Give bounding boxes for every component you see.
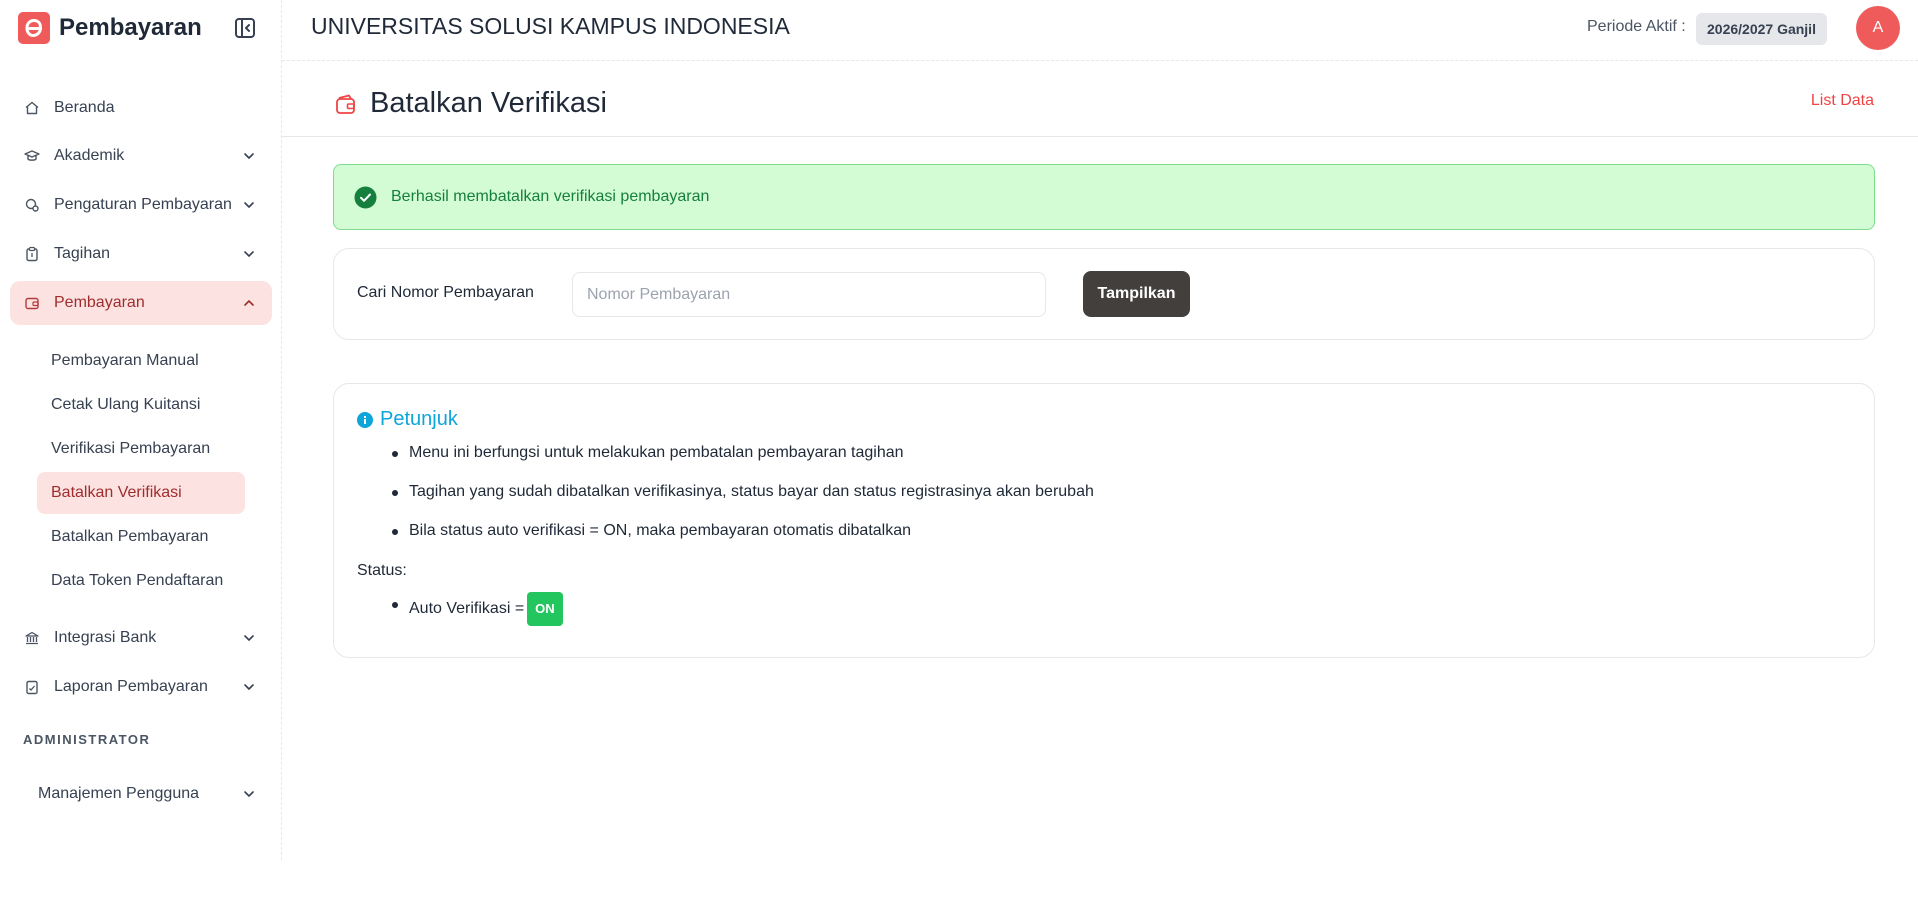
list-item: Tagihan yang sudah dibatalkan verifikasi… — [386, 481, 1094, 520]
sidebar-item-label: Integrasi Bank — [54, 629, 157, 646]
brand[interactable]: Pembayaran — [18, 12, 202, 44]
top-header: UNIVERSITAS SOLUSI KAMPUS INDONESIA Peri… — [282, 0, 1918, 61]
status-badge: ON — [527, 592, 563, 626]
success-alert: Berhasil membatalkan verifikasi pembayar… — [333, 164, 1875, 230]
page-title: Batalkan Verifikasi — [370, 87, 607, 119]
submenu-item-batalkan-verifikasi[interactable]: Batalkan Verifikasi — [37, 472, 245, 514]
report-icon — [24, 679, 40, 695]
info-icon — [357, 411, 373, 428]
sidebar-collapse-icon[interactable] — [234, 17, 256, 39]
search-card: Cari Nomor Pembayaran Tampilkan — [333, 248, 1875, 340]
sidebar-item-label: Manajemen Pengguna — [38, 785, 200, 802]
submenu-item-cetak-ulang-kuitansi[interactable]: Cetak Ulang Kuitansi — [37, 384, 245, 426]
brand-logo-icon — [18, 12, 50, 44]
chevron-down-icon — [242, 149, 256, 163]
sidebar-item-pengaturan-pembayaran[interactable]: Pengaturan Pembayaran — [10, 183, 272, 227]
bank-icon — [24, 630, 40, 646]
sidebar-item-label: Beranda — [54, 99, 115, 116]
section-label-administrator: ADMINISTRATOR — [23, 732, 151, 747]
chevron-down-icon — [242, 631, 256, 645]
status-list: Auto Verifikasi = ON — [386, 592, 563, 626]
list-item: Bila status auto verifikasi = ON, maka p… — [386, 520, 1094, 559]
instructions-title: Petunjuk — [357, 408, 458, 431]
sidebar: Pembayaran Beranda Akademik Pengaturan P… — [0, 0, 282, 860]
university-name: UNIVERSITAS SOLUSI KAMPUS INDONESIA — [311, 13, 790, 39]
payment-number-input[interactable] — [572, 272, 1046, 317]
check-circle-icon — [354, 186, 377, 209]
chevron-up-icon — [242, 296, 256, 310]
alert-message: Berhasil membatalkan verifikasi pembayar… — [391, 188, 710, 205]
page-header: Batalkan Verifikasi List Data — [282, 61, 1918, 137]
sidebar-item-akademik[interactable]: Akademik — [10, 134, 272, 178]
submenu-item-pembayaran-manual[interactable]: Pembayaran Manual — [37, 340, 245, 382]
wallet-icon — [334, 93, 358, 117]
list-item: Menu ini berfungsi untuk melakukan pemba… — [386, 442, 1094, 481]
list-data-link[interactable]: List Data — [1811, 92, 1874, 110]
submenu-item-verifikasi-pembayaran[interactable]: Verifikasi Pembayaran — [37, 428, 245, 470]
search-label: Cari Nomor Pembayaran — [357, 284, 534, 301]
chevron-down-icon — [242, 198, 256, 212]
sidebar-item-label: Pengaturan Pembayaran — [54, 196, 232, 213]
sidebar-item-beranda[interactable]: Beranda — [10, 86, 272, 130]
graduation-cap-icon — [24, 148, 40, 164]
sidebar-item-label: Tagihan — [54, 245, 111, 262]
sidebar-item-manajemen-pengguna[interactable]: Manajemen Pengguna — [10, 772, 272, 816]
show-button[interactable]: Tampilkan — [1083, 271, 1190, 317]
sidebar-item-label: Pembayaran — [54, 294, 145, 311]
submenu-item-batalkan-pembayaran[interactable]: Batalkan Pembayaran — [37, 516, 245, 558]
sidebar-item-label: Laporan Pembayaran — [54, 678, 208, 695]
sidebar-item-tagihan[interactable]: Tagihan — [10, 232, 272, 276]
periode-label: Periode Aktif : — [1587, 18, 1686, 35]
status-label: Status: — [357, 562, 407, 579]
settings-coin-icon — [24, 197, 40, 213]
auto-verification-label: Auto Verifikasi = — [409, 600, 525, 617]
brand-name: Pembayaran — [59, 14, 202, 41]
instructions-card: Petunjuk Menu ini berfungsi untuk melaku… — [333, 383, 1875, 658]
sidebar-item-label: Akademik — [54, 147, 125, 164]
sidebar-item-integrasi-bank[interactable]: Integrasi Bank — [10, 616, 272, 660]
sidebar-item-laporan-pembayaran[interactable]: Laporan Pembayaran — [10, 665, 272, 709]
chevron-down-icon — [242, 247, 256, 261]
periode-badge: 2026/2027 Ganjil — [1696, 13, 1827, 45]
clipboard-icon — [24, 246, 40, 262]
submenu-item-data-token-pendaftaran[interactable]: Data Token Pendaftaran — [37, 560, 245, 602]
instructions-list: Menu ini berfungsi untuk melakukan pemba… — [386, 442, 1094, 559]
wallet-icon — [24, 295, 40, 311]
chevron-down-icon — [242, 680, 256, 694]
sidebar-item-pembayaran[interactable]: Pembayaran — [10, 281, 272, 325]
list-item: Auto Verifikasi = ON — [386, 592, 563, 626]
instructions-title-text: Petunjuk — [380, 408, 458, 430]
home-icon — [24, 100, 40, 116]
chevron-down-icon — [242, 787, 256, 801]
avatar[interactable]: A — [1856, 6, 1900, 50]
